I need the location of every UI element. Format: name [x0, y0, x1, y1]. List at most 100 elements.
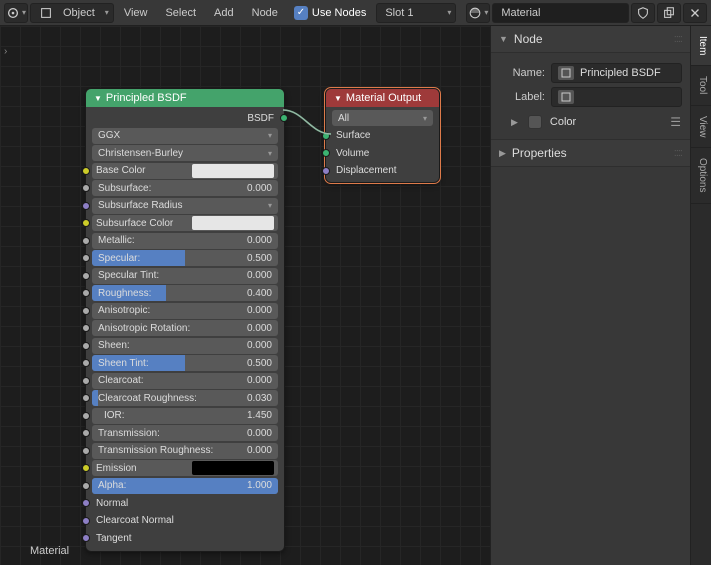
node-principled-bsdf[interactable]: ▼ Principled BSDF BSDF GGX ▾ Christensen… [85, 88, 285, 552]
node-header[interactable]: ▼ Material Output [326, 89, 439, 107]
prop-roughness-[interactable]: Roughness:0.400 [92, 285, 278, 301]
prop-base-color[interactable]: Base Color [92, 163, 278, 179]
drag-icon[interactable]: :::: [674, 33, 682, 45]
prop-specular-tint-[interactable]: Specular Tint:0.000 [92, 268, 278, 284]
prop-transmission-[interactable]: Transmission:0.000 [92, 425, 278, 441]
socket-in-icon[interactable] [82, 202, 90, 210]
material-name-value: Material [501, 7, 540, 19]
tab-tool[interactable]: Tool [691, 66, 711, 105]
object-icon [39, 6, 53, 20]
chevron-down-icon: ▾ [268, 131, 272, 140]
socket-out-icon[interactable] [280, 114, 288, 122]
panel-node-header[interactable]: ▼ Node :::: [491, 26, 690, 53]
prop-tangent[interactable]: Tangent [92, 530, 278, 546]
editor-type-button[interactable]: ▾ [4, 3, 28, 23]
prop-metallic-[interactable]: Metallic:0.000 [92, 233, 278, 249]
prop-specular-[interactable]: Specular:0.500 [92, 250, 278, 266]
prop-sheen-tint-[interactable]: Sheen Tint:0.500 [92, 355, 278, 371]
drag-icon[interactable]: :::: [674, 147, 682, 159]
chevron-down-icon: ▾ [268, 149, 272, 158]
name-field-row: Name: Principled BSDF [499, 63, 682, 83]
node-title: Material Output [346, 92, 421, 104]
socket-in-icon[interactable] [82, 499, 90, 507]
socket-in-icon[interactable] [82, 482, 90, 490]
socket-in-icon[interactable] [82, 464, 90, 472]
prop-transmission-roughness-[interactable]: Transmission Roughness:0.000 [92, 443, 278, 459]
prop-clearcoat-normal[interactable]: Clearcoat Normal [92, 513, 278, 529]
node-header[interactable]: ▼ Principled BSDF [86, 89, 284, 107]
prop-subsurface-[interactable]: Subsurface:0.000 [92, 180, 278, 196]
prop-normal[interactable]: Normal [92, 495, 278, 511]
socket-in-icon[interactable] [82, 377, 90, 385]
color-checkbox[interactable] [528, 115, 542, 129]
menu-add[interactable]: Add [206, 3, 242, 23]
socket-in-icon[interactable] [82, 359, 90, 367]
color-swatch[interactable] [192, 164, 274, 178]
socket-in-icon[interactable] [82, 307, 90, 315]
socket-in-icon[interactable] [82, 429, 90, 437]
socket-in-icon[interactable] [82, 184, 90, 192]
color-swatch[interactable] [192, 461, 274, 475]
panel-properties-header[interactable]: ▶ Properties :::: [491, 140, 690, 167]
socket-in-icon[interactable] [82, 534, 90, 542]
input-socket-surface[interactable]: Surface [332, 128, 433, 144]
tab-item[interactable]: Item [691, 26, 711, 66]
socket-in-icon[interactable] [82, 412, 90, 420]
socket-in-icon[interactable] [82, 254, 90, 262]
list-icon[interactable]: ☰ [670, 115, 682, 129]
socket-in-icon[interactable] [82, 219, 90, 227]
prop-anisotropic-rotation-[interactable]: Anisotropic Rotation:0.000 [92, 320, 278, 336]
socket-in-icon[interactable] [82, 289, 90, 297]
socket-in-icon[interactable] [322, 132, 330, 140]
material-name-field[interactable]: Material [492, 3, 629, 23]
prop-subsurface-radius[interactable]: Subsurface Radius▾ [92, 198, 278, 214]
socket-in-icon[interactable] [82, 237, 90, 245]
input-socket-volume[interactable]: Volume [332, 145, 433, 161]
socket-in-icon[interactable] [322, 149, 330, 157]
output-socket-bsdf[interactable]: BSDF [92, 110, 278, 126]
prop-subsurface-color[interactable]: Subsurface Color [92, 215, 278, 231]
material-browse-button[interactable]: ▾ [466, 3, 490, 23]
socket-in-icon[interactable] [82, 447, 90, 455]
breadcrumb[interactable]: › [4, 46, 7, 57]
prop-emission[interactable]: Emission [92, 460, 278, 476]
use-nodes-toggle[interactable]: ✓ Use Nodes [294, 6, 374, 20]
menu-view[interactable]: View [116, 3, 156, 23]
new-material-button[interactable] [657, 3, 681, 23]
color-label: Color [550, 116, 576, 128]
chevron-down-icon: ▾ [447, 8, 451, 17]
menu-select[interactable]: Select [157, 3, 204, 23]
color-swatch[interactable] [192, 216, 274, 230]
mode-dropdown[interactable]: Object ▾ [30, 3, 114, 23]
distribution-dropdown[interactable]: GGX ▾ [92, 128, 278, 144]
socket-in-icon[interactable] [82, 394, 90, 402]
input-socket-displacement[interactable]: Displacement [332, 163, 433, 179]
socket-in-icon[interactable] [82, 167, 90, 175]
prop-clearcoat-[interactable]: Clearcoat:0.000 [92, 373, 278, 389]
label-input[interactable] [551, 87, 682, 107]
socket-in-icon[interactable] [82, 342, 90, 350]
prop-clearcoat-roughness-[interactable]: Clearcoat Roughness:0.030 [92, 390, 278, 406]
color-row[interactable]: ▶ Color ☰ [499, 111, 682, 133]
subsurface-method-dropdown[interactable]: Christensen-Burley ▾ [92, 145, 278, 161]
socket-in-icon[interactable] [82, 272, 90, 280]
prop-alpha-[interactable]: Alpha:1.000 [92, 478, 278, 494]
node-editor-area[interactable]: › Material ▼ Principled BSDF BSDF GGX ▾ … [0, 26, 490, 565]
prop-anisotropic-[interactable]: Anisotropic:0.000 [92, 303, 278, 319]
socket-in-icon[interactable] [82, 324, 90, 332]
menu-node[interactable]: Node [244, 3, 286, 23]
node-material-output[interactable]: ▼ Material Output All ▾ Surface Volume D… [325, 88, 440, 183]
pin-button[interactable] [631, 3, 655, 23]
panel-title: Node [514, 32, 543, 46]
tab-options[interactable]: Options [691, 148, 711, 203]
socket-in-icon[interactable] [82, 517, 90, 525]
name-input[interactable]: Principled BSDF [551, 63, 682, 83]
target-dropdown[interactable]: All ▾ [332, 110, 433, 126]
prop-sheen-[interactable]: Sheen:0.000 [92, 338, 278, 354]
socket-in-icon[interactable] [322, 167, 330, 175]
prop-ior-[interactable]: IOR:1.450 [92, 408, 278, 424]
tab-view[interactable]: View [691, 106, 711, 149]
chevron-down-icon: ▾ [423, 114, 427, 123]
unlink-button[interactable] [683, 3, 707, 23]
slot-dropdown[interactable]: Slot 1 ▾ [376, 3, 456, 23]
